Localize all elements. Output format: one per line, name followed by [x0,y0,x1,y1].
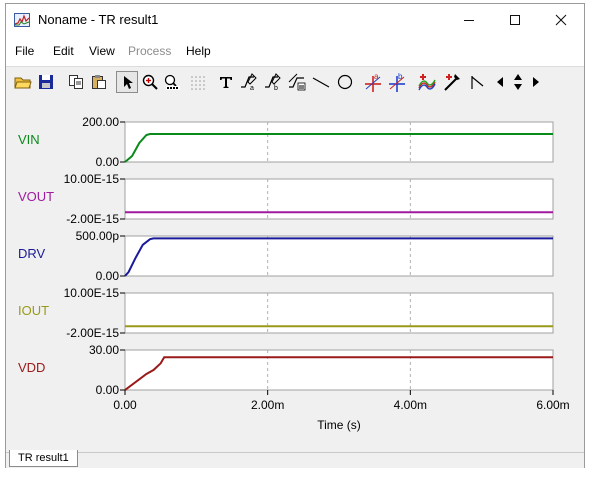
zoom-100-icon [164,74,180,90]
app-window: Noname - TR result1 File Edit View Proce… [5,3,585,468]
x-tick-label: 6.00m [536,398,569,412]
add-curve-button[interactable] [416,71,438,93]
x-tick-label: 2.00m [251,398,284,412]
paste-button[interactable] [88,71,110,93]
y-tick-label: 200.00 [82,115,119,129]
y-tick-label: 10.00E-15 [64,286,120,300]
cursor-a-icon: a [241,73,257,91]
cursor-b-button[interactable]: b [262,71,284,93]
cursor-a-cross-button[interactable]: a [362,71,384,93]
open-folder-icon [14,77,32,89]
window-title: Noname - TR result1 [38,12,159,27]
x-axis-label: Time (s) [317,418,361,432]
line-icon [312,77,330,88]
scroll-up-down-button[interactable] [509,71,527,93]
pointer-button[interactable] [116,71,138,93]
circle-icon [337,74,353,90]
x-tick-label: 4.00m [394,398,427,412]
tab-tr-result1[interactable]: TR result1 [9,450,78,467]
menu-bar: File Edit View Process Help [6,40,584,62]
trace-label-vin: VIN [18,132,40,147]
probe-button[interactable] [441,71,463,93]
maximize-button[interactable] [492,4,538,36]
close-button[interactable] [538,4,584,36]
menu-help[interactable]: Help [186,44,211,58]
trace-label-drv: DRV [18,246,46,261]
menu-process[interactable]: Process [128,44,171,58]
grid-button[interactable] [186,71,208,93]
svg-text:a: a [374,72,379,81]
add-curve-icon [418,74,436,91]
circle-button[interactable] [334,71,356,93]
cursor-a-button[interactable]: a [238,71,260,93]
flag-button[interactable] [466,71,488,93]
y-tick-label: -2.00E-15 [66,212,119,226]
svg-text:b: b [274,85,278,91]
save-button[interactable] [35,71,57,93]
waveform-chart[interactable]: 200.00 0.00 VIN 10.00E-15 -2.00E-15 VOUT 500.0… [6,97,584,452]
waveform-plot-area: 200.00 0.00 VIN 10.00E-15 -2.00E-15 VOUT 500.0… [6,97,584,452]
scroll-left-icon [497,77,503,87]
zoom-in-icon [142,74,158,90]
app-icon [14,13,30,27]
copy-icon [69,75,83,89]
svg-text:b: b [398,72,403,81]
save-icon [39,75,53,89]
scroll-right-button[interactable] [528,71,544,93]
scroll-left-button[interactable] [492,71,508,93]
zoom-100-button[interactable] [161,71,183,93]
plot-panel-drv [124,235,554,277]
scroll-up-down-icon [514,74,522,90]
open-button[interactable] [12,71,34,93]
waveform-button[interactable] [286,71,308,93]
minimize-icon [464,20,474,21]
zoom-in-button[interactable] [139,71,161,93]
y-tick-label: 0.00 [96,269,120,283]
waveform-icon [288,73,306,91]
cursor-b-icon: b [265,73,281,91]
flag-icon [471,76,484,89]
text-icon [220,77,232,88]
trace-label-vout: VOUT [18,189,54,204]
y-tick-label: -2.00E-15 [66,326,119,340]
cursor-b-cross-button[interactable]: b [386,71,408,93]
plot-panel-vin [124,121,554,163]
menu-edit[interactable]: Edit [53,44,74,58]
close-icon [555,14,567,26]
toolbar: a b a b [6,66,584,98]
probe-icon [444,74,460,91]
text-button[interactable] [215,71,237,93]
trace-label-iout: IOUT [18,303,49,318]
y-tick-label: 500.00p [76,229,120,243]
pointer-icon [124,76,133,89]
y-tick-label: 0.00 [96,383,120,397]
y-tick-label: 10.00E-15 [64,172,120,186]
y-tick-label: 0.00 [96,155,120,169]
trace-label-vdd: VDD [18,360,45,375]
svg-text:a: a [250,85,254,91]
menu-file[interactable]: File [15,44,34,58]
title-bar[interactable]: Noname - TR result1 [6,4,584,36]
scroll-right-icon [533,77,539,87]
paste-icon [92,75,106,89]
copy-button[interactable] [65,71,87,93]
status-bar: TR result1 [6,450,584,468]
plot-panel-vdd [124,349,554,391]
minimize-button[interactable] [446,4,492,36]
y-tick-label: 30.00 [89,343,119,357]
maximize-icon [510,15,520,25]
cursor-a-cross-icon: a [365,72,381,92]
line-button[interactable] [310,71,332,93]
grid-icon [191,76,205,90]
x-tick-label: 0.00 [113,398,137,412]
menu-view[interactable]: View [89,44,115,58]
cursor-b-cross-icon: b [389,72,405,92]
